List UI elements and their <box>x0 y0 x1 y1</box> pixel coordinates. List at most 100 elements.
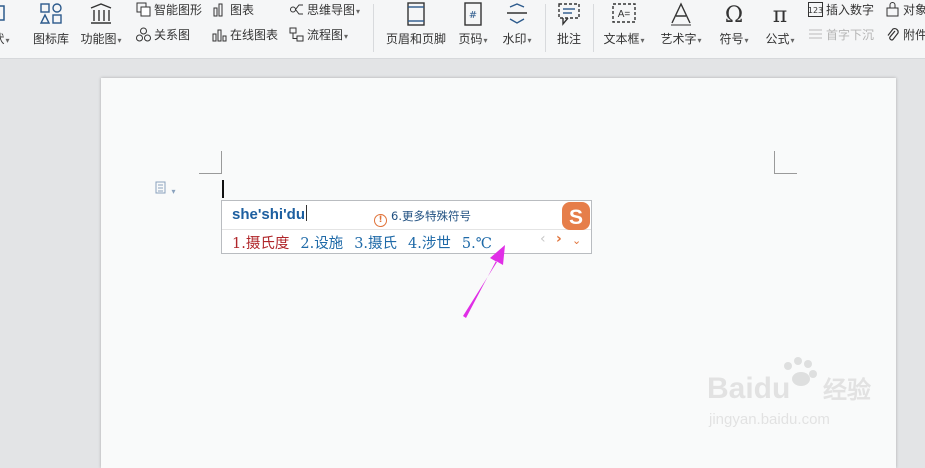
shape-icon <box>0 5 5 21</box>
icon-library-label: 图标库 <box>32 32 69 46</box>
comment-label: 批注 <box>556 32 581 46</box>
flowchart-label: 流程图 <box>307 28 344 42</box>
attachment-label: 附件 <box>903 28 925 42</box>
smart-art-label: 智能图形 <box>154 3 203 17</box>
wordart-icon <box>671 2 691 26</box>
svg-text:Ω: Ω <box>725 3 743 26</box>
smart-art-button[interactable]: 智能图形 <box>136 0 202 20</box>
hint-text: 更多特殊符号 <box>401 209 471 223</box>
candidate-text: 涉世 <box>421 236 451 252</box>
function-chart-button[interactable]: 功能图▾ <box>78 0 124 56</box>
attachment-button[interactable]: 附件 <box>885 25 925 45</box>
candidate-item[interactable]: 4.涉世 <box>408 232 451 253</box>
mindmap-icon <box>290 4 303 15</box>
ime-composition-row: she'shi'du ! 6.更多特殊符号 S <box>222 201 591 230</box>
insert-number-button[interactable]: 123 插入数字 <box>808 0 874 20</box>
dropcap-button[interactable]: 首字下沉 <box>808 25 874 45</box>
candidate-item[interactable]: 1.摄氏度 <box>232 232 289 253</box>
text-cursor <box>222 180 224 198</box>
margin-corner-top-left <box>199 151 222 174</box>
textbox-icon: A= <box>612 3 636 23</box>
function-chart-icon <box>90 3 112 24</box>
header-footer-button[interactable]: 页眉和页脚 <box>383 0 449 56</box>
chart-button[interactable]: 图表 <box>212 0 254 20</box>
comment-button[interactable]: 批注 <box>552 0 586 56</box>
candidate-list: 1.摄氏度 2.设施 3.摄氏 4.涉世 5.℃ <box>232 232 503 253</box>
relation-chart-label: 关系图 <box>154 28 191 42</box>
watermark-icon <box>507 3 527 24</box>
svg-text:123: 123 <box>808 6 823 15</box>
mindmap-label: 思维导图 <box>307 3 356 17</box>
paperclip-icon <box>887 28 899 41</box>
omega-icon: Ω <box>725 3 743 26</box>
watermark-label: 水印 <box>502 32 527 46</box>
baidu-jingyan-watermark: Baidu 经验 jingyan.baidu.com <box>707 357 871 428</box>
candidate-number: 2. <box>300 236 315 252</box>
ribbon-separator <box>545 4 546 52</box>
watermark-jingyan: 经验 <box>823 376 871 404</box>
page-number-icon: # <box>464 2 482 26</box>
watermark-button[interactable]: 水印▾ <box>498 0 536 56</box>
chart-label: 图表 <box>230 3 255 17</box>
page-number-button[interactable]: # 页码▾ <box>455 0 491 56</box>
candidate-item[interactable]: 5.℃ <box>462 236 492 252</box>
pinyin-text: she'shi'du <box>232 206 305 223</box>
comment-icon <box>558 3 580 26</box>
info-icon: ! <box>374 214 387 227</box>
svg-text:π: π <box>773 3 787 26</box>
svg-text:#: # <box>469 10 477 21</box>
ribbon-separator <box>593 4 594 52</box>
candidate-text: 摄氏度 <box>245 236 290 252</box>
textbox-label: 文本框 <box>603 32 640 46</box>
candidate-item[interactable]: 3.摄氏 <box>354 232 397 253</box>
sogou-logo-icon: S <box>562 202 590 230</box>
formula-button[interactable]: π 公式▾ <box>760 0 800 56</box>
dropcap-label: 首字下沉 <box>826 28 875 42</box>
pinyin-input[interactable]: she'shi'du <box>232 205 307 223</box>
icon-library-icon <box>39 3 62 24</box>
symbol-label: 符号 <box>719 32 744 46</box>
next-page-icon[interactable]: › <box>556 231 562 247</box>
header-footer-icon <box>407 2 425 26</box>
flowchart-button[interactable]: 流程图▾ <box>289 25 348 45</box>
online-chart-label: 在线图表 <box>230 28 279 42</box>
candidate-item[interactable]: 2.设施 <box>300 232 343 253</box>
watermark-url: jingyan.baidu.com <box>708 411 830 428</box>
pinyin-caret <box>305 205 307 221</box>
hint-number: 6. <box>391 209 402 223</box>
relation-chart-button[interactable]: 关系图 <box>136 25 190 45</box>
function-chart-label: 功能图 <box>80 32 117 46</box>
candidate-text: 设施 <box>314 236 344 252</box>
prev-page-icon[interactable]: ‹ <box>540 231 546 247</box>
candidate-number: 1. <box>232 236 246 252</box>
paragraph-layout-icon[interactable]: ▾ <box>155 181 176 197</box>
candidate-text: ℃ <box>475 236 492 252</box>
candidate-number: 5. <box>461 236 476 252</box>
mindmap-button[interactable]: 思维导图▾ <box>289 0 360 20</box>
formula-label: 公式 <box>765 32 790 46</box>
dropcap-icon <box>809 29 822 39</box>
object-icon <box>886 2 899 17</box>
online-chart-button[interactable]: 在线图表 <box>212 25 278 45</box>
icon-library-button[interactable]: 图标库 <box>30 0 72 56</box>
pi-icon: π <box>773 3 787 26</box>
shape-label: 状 <box>0 32 5 46</box>
expand-chevron-icon[interactable]: ⌄ <box>572 234 581 247</box>
watermark-brand: Baidu <box>707 372 790 405</box>
ribbon-separator <box>373 4 374 52</box>
shape-button[interactable]: 状▾ <box>0 0 16 56</box>
number-icon: 123 <box>808 2 823 17</box>
symbol-button[interactable]: Ω 符号▾ <box>714 0 754 56</box>
textbox-button[interactable]: A= 文本框▾ <box>600 0 648 56</box>
ribbon-toolbar: 状▾ 图标库 功能图▾ 智能图形 关系图 图表 在线图表 思维导 <box>0 0 925 59</box>
more-symbols-hint[interactable]: ! 6.更多特殊符号 <box>374 208 471 227</box>
object-button[interactable]: 对象 <box>885 0 925 20</box>
header-footer-label: 页眉和页脚 <box>385 32 446 46</box>
page-number-label: 页码 <box>458 32 483 46</box>
wordart-label: 艺术字 <box>660 32 697 46</box>
wordart-button[interactable]: 艺术字▾ <box>656 0 706 56</box>
candidate-number: 3. <box>354 236 369 252</box>
object-label: 对象 <box>903 3 925 17</box>
relation-chart-icon <box>136 27 151 42</box>
svg-text:A=: A= <box>618 9 631 20</box>
